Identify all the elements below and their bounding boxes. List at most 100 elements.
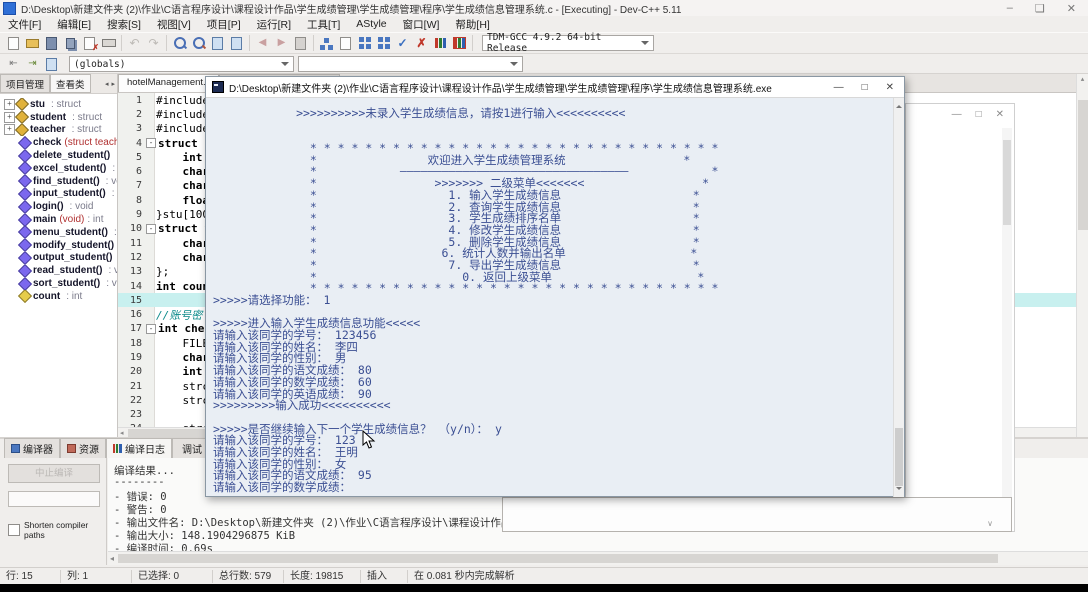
- close-icon[interactable]: ✕: [1067, 2, 1076, 15]
- bottom-tab[interactable]: 调试: [172, 438, 209, 458]
- bottom-tab[interactable]: 编译日志: [106, 438, 172, 458]
- console-vscroll-thumb[interactable]: [895, 428, 903, 486]
- maximize-icon[interactable]: ❑: [1035, 2, 1045, 15]
- console-output[interactable]: >>>>>>>>>>未录入学生成绩信息，请按1进行输入<<<<<<<<<< * …: [206, 98, 904, 497]
- profile-icon[interactable]: [431, 35, 450, 52]
- nav-forward-icon[interactable]: ▶: [272, 35, 291, 52]
- expand-icon[interactable]: [4, 202, 18, 211]
- vscroll-thumb[interactable]: [1078, 100, 1088, 230]
- expand-icon[interactable]: [4, 228, 18, 237]
- tree-item[interactable]: menu_student() : void: [0, 226, 117, 239]
- compile-icon[interactable]: [317, 35, 336, 52]
- new-file-icon[interactable]: [4, 35, 23, 52]
- print-icon[interactable]: [99, 35, 118, 52]
- editor-vscrollbar[interactable]: ▴: [1076, 74, 1088, 437]
- tab-scroll-left-icon[interactable]: ◂: [105, 80, 109, 88]
- run-icon[interactable]: [336, 35, 355, 52]
- goto-definition-icon[interactable]: ⇥: [23, 56, 42, 73]
- refresh-icon[interactable]: [291, 35, 310, 52]
- expand-icon[interactable]: +: [4, 124, 15, 135]
- compile-run-icon[interactable]: [355, 35, 374, 52]
- goto-declaration-icon[interactable]: ⇤: [4, 56, 23, 73]
- minimize-icon[interactable]: –: [1007, 2, 1013, 15]
- close-icon[interactable]: ✕: [886, 82, 894, 93]
- expand-icon[interactable]: [4, 177, 18, 186]
- rebuild-all-icon[interactable]: [374, 35, 393, 52]
- expand-icon[interactable]: +: [4, 99, 15, 110]
- expand-icon[interactable]: [4, 241, 18, 250]
- expand-icon[interactable]: [4, 189, 18, 198]
- menu-item[interactable]: 搜索[S]: [99, 17, 149, 32]
- expand-icon[interactable]: +: [4, 112, 15, 123]
- tab-project-manager[interactable]: 项目管理: [0, 74, 50, 93]
- scope-select[interactable]: (globals): [69, 56, 294, 72]
- expand-icon[interactable]: [4, 164, 18, 173]
- syntax-check-icon[interactable]: ✓: [393, 35, 412, 52]
- save-icon[interactable]: [42, 35, 61, 52]
- tree-item[interactable]: delete_student() : void: [0, 149, 117, 162]
- menu-item[interactable]: 帮助[H]: [447, 17, 497, 32]
- tree-item[interactable]: read_student() : void: [0, 264, 117, 277]
- shorten-paths-checkbox[interactable]: [8, 524, 20, 536]
- fold-icon[interactable]: -: [146, 324, 156, 334]
- close-icon[interactable]: ✕: [996, 109, 1004, 120]
- menu-item[interactable]: 窗口[W]: [395, 17, 448, 32]
- tree-item[interactable]: + student : struct: [0, 111, 117, 124]
- tree-item[interactable]: sort_student() : void: [0, 277, 117, 290]
- tree-item[interactable]: login() : void: [0, 200, 117, 213]
- menu-item[interactable]: 视图[V]: [149, 17, 199, 32]
- menu-item[interactable]: 运行[R]: [249, 17, 299, 32]
- scroll-up-icon[interactable]: [896, 102, 902, 108]
- compiler-select[interactable]: TDM-GCC 4.9.2 64-bit Release: [482, 35, 654, 51]
- background-window-scrollbar[interactable]: [1002, 128, 1012, 526]
- class-browser-icon[interactable]: [42, 56, 61, 73]
- tab-scroll-right-icon[interactable]: ▸: [111, 80, 115, 88]
- abort-compile-button[interactable]: 中止编译: [8, 464, 100, 483]
- scroll-down-icon[interactable]: [896, 487, 902, 493]
- menu-item[interactable]: 工具[T]: [299, 17, 348, 32]
- expand-icon[interactable]: [4, 138, 18, 147]
- tree-item[interactable]: input_student() : void: [0, 188, 117, 201]
- log-hscroll-thumb[interactable]: [118, 554, 998, 563]
- menu-item[interactable]: 项目[P]: [199, 17, 249, 32]
- fold-icon[interactable]: -: [146, 138, 156, 148]
- member-select[interactable]: [298, 56, 523, 72]
- tab-class-browser[interactable]: 查看类: [50, 74, 91, 93]
- abort-compile-icon[interactable]: ✗: [412, 35, 431, 52]
- tree-item[interactable]: + stu : struct: [0, 98, 117, 111]
- minimize-icon[interactable]: —: [834, 82, 844, 93]
- bottom-tab[interactable]: 资源: [60, 438, 106, 458]
- tree-item[interactable]: modify_student() : void: [0, 239, 117, 252]
- expand-icon[interactable]: [4, 253, 18, 262]
- replace-icon[interactable]: [189, 35, 208, 52]
- save-all-icon[interactable]: [61, 35, 80, 52]
- tree-item[interactable]: + teacher : struct: [0, 124, 117, 137]
- nav-back-icon[interactable]: ◀: [253, 35, 272, 52]
- tree-item[interactable]: output_student() : void: [0, 252, 117, 265]
- minimize-icon[interactable]: —: [952, 109, 962, 120]
- expand-icon[interactable]: [4, 292, 18, 301]
- maximize-icon[interactable]: □: [862, 82, 868, 93]
- close-file-icon[interactable]: [80, 35, 99, 52]
- menu-item[interactable]: AStyle: [348, 18, 394, 30]
- expand-icon[interactable]: [4, 151, 18, 160]
- goto-line-icon[interactable]: [208, 35, 227, 52]
- expand-icon[interactable]: [4, 279, 18, 288]
- undo-icon[interactable]: ↶: [125, 35, 144, 52]
- log-hscrollbar[interactable]: ◂: [108, 551, 1088, 565]
- menu-item[interactable]: 编辑[E]: [49, 17, 99, 32]
- delete-profiling-icon[interactable]: [450, 35, 469, 52]
- tree-item[interactable]: check (struct teacher: [0, 136, 117, 149]
- find-icon[interactable]: [170, 35, 189, 52]
- menu-item[interactable]: 文件[F]: [0, 17, 49, 32]
- tree-item[interactable]: main (void) : int: [0, 213, 117, 226]
- open-file-icon[interactable]: [23, 35, 42, 52]
- tree-item[interactable]: count : int: [0, 290, 117, 303]
- expand-icon[interactable]: [4, 215, 18, 224]
- tree-item[interactable]: excel_student() : void: [0, 162, 117, 175]
- console-vscrollbar[interactable]: [893, 98, 904, 497]
- maximize-icon[interactable]: □: [976, 109, 982, 120]
- fold-icon[interactable]: -: [146, 224, 156, 234]
- redo-icon[interactable]: ↷: [144, 35, 163, 52]
- tree-item[interactable]: find_student() : void: [0, 175, 117, 188]
